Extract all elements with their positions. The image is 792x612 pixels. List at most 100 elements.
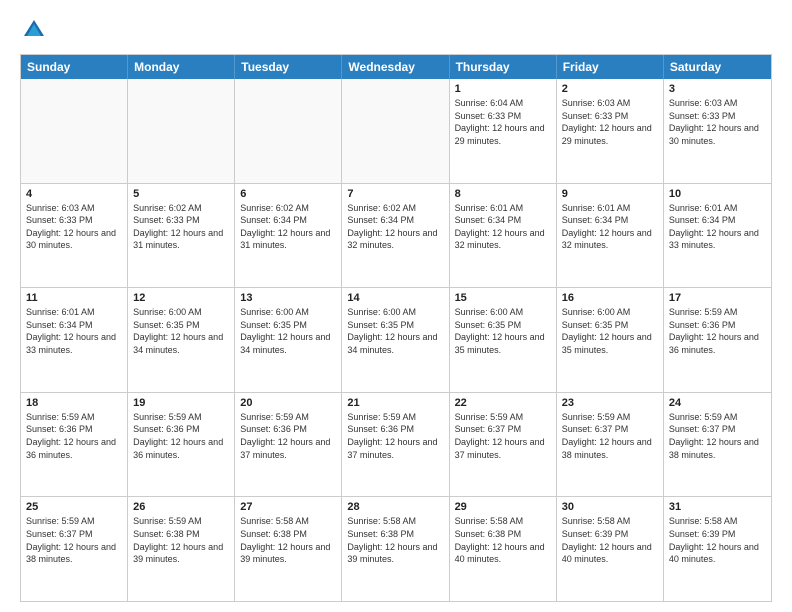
cell-info: Sunrise: 5:59 AMSunset: 6:36 PMDaylight:… bbox=[669, 306, 766, 356]
calendar-cell: 28 Sunrise: 5:58 AMSunset: 6:38 PMDayligh… bbox=[342, 497, 449, 601]
calendar: SundayMondayTuesdayWednesdayThursdayFrid… bbox=[20, 54, 772, 602]
day-number: 1 bbox=[455, 83, 551, 95]
cell-info: Sunrise: 6:00 AMSunset: 6:35 PMDaylight:… bbox=[347, 306, 443, 356]
day-number: 26 bbox=[133, 501, 229, 513]
day-number: 15 bbox=[455, 292, 551, 304]
day-number: 6 bbox=[240, 188, 336, 200]
day-number: 25 bbox=[26, 501, 122, 513]
calendar-cell bbox=[21, 79, 128, 183]
cell-info: Sunrise: 5:58 AMSunset: 6:39 PMDaylight:… bbox=[562, 515, 658, 565]
day-number: 30 bbox=[562, 501, 658, 513]
calendar-cell: 8Sunrise: 6:01 AMSunset: 6:34 PMDaylight… bbox=[450, 184, 557, 288]
calendar-cell: 18Sunrise: 5:59 AMSunset: 6:36 PMDayligh… bbox=[21, 393, 128, 497]
calendar-row: 11 Sunrise: 6:01 AMSunset: 6:34 PMDayligh… bbox=[21, 288, 771, 393]
header bbox=[20, 16, 772, 44]
day-number: 14 bbox=[347, 292, 443, 304]
calendar-cell: 12 Sunrise: 6:00 AMSunset: 6:35 PMDayligh… bbox=[128, 288, 235, 392]
cell-info: Sunrise: 6:00 AMSunset: 6:35 PMDaylight:… bbox=[455, 306, 551, 356]
calendar-cell: 25 Sunrise: 5:59 AMSunset: 6:37 PMDayligh… bbox=[21, 497, 128, 601]
day-number: 29 bbox=[455, 501, 551, 513]
calendar-cell: 3 Sunrise: 6:03 AMSunset: 6:33 PMDaylight… bbox=[664, 79, 771, 183]
weekday-header: Saturday bbox=[664, 55, 771, 79]
cell-info: Sunrise: 5:59 AMSunset: 6:36 PMDaylight:… bbox=[133, 411, 229, 461]
logo bbox=[20, 16, 52, 44]
cell-info: Sunrise: 6:00 AMSunset: 6:35 PMDaylight:… bbox=[240, 306, 336, 356]
calendar-cell: 15 Sunrise: 6:00 AMSunset: 6:35 PMDayligh… bbox=[450, 288, 557, 392]
day-number: 2 bbox=[562, 83, 658, 95]
day-number: 7 bbox=[347, 188, 443, 200]
cell-info: Sunrise: 6:01 AMSunset: 6:34 PMDaylight:… bbox=[26, 306, 122, 356]
calendar-cell: 10 Sunrise: 6:01 AMSunset: 6:34 PMDayligh… bbox=[664, 184, 771, 288]
day-number: 19 bbox=[133, 397, 229, 409]
day-number: 18 bbox=[26, 397, 122, 409]
cell-info: Sunrise: 6:02 AMSunset: 6:34 PMDaylight:… bbox=[240, 202, 336, 252]
day-number: 17 bbox=[669, 292, 766, 304]
calendar-cell: 29 Sunrise: 5:58 AMSunset: 6:38 PMDayligh… bbox=[450, 497, 557, 601]
calendar-cell: 17 Sunrise: 5:59 AMSunset: 6:36 PMDayligh… bbox=[664, 288, 771, 392]
calendar-cell: 6 Sunrise: 6:02 AMSunset: 6:34 PMDaylight… bbox=[235, 184, 342, 288]
calendar-cell: 4 Sunrise: 6:03 AMSunset: 6:33 PMDaylight… bbox=[21, 184, 128, 288]
calendar-row: 18 Sunrise: 5:59 AMSunset: 6:36 PMDayligh… bbox=[21, 393, 771, 498]
calendar-cell bbox=[235, 79, 342, 183]
cell-info: Sunrise: 5:59 AMSunset: 6:37 PMDaylight:… bbox=[669, 411, 766, 461]
calendar-cell bbox=[128, 79, 235, 183]
cell-info: Sunrise: 6:01 AMSunset: 6:34 PMDaylight:… bbox=[669, 202, 766, 252]
day-number: 12 bbox=[133, 292, 229, 304]
calendar-cell: 14 Sunrise: 6:00 AMSunset: 6:35 PMDayligh… bbox=[342, 288, 449, 392]
weekday-header: Monday bbox=[128, 55, 235, 79]
calendar-header: SundayMondayTuesdayWednesdayThursdayFrid… bbox=[21, 55, 771, 79]
cell-info: Sunrise: 5:59 AMSunset: 6:38 PMDaylight:… bbox=[133, 515, 229, 565]
day-number: 11 bbox=[26, 292, 122, 304]
day-number: 27 bbox=[240, 501, 336, 513]
logo-icon bbox=[20, 16, 48, 44]
calendar-cell: 9Sunrise: 6:01 AMSunset: 6:34 PMDaylight… bbox=[557, 184, 664, 288]
calendar-cell: 30 Sunrise: 5:58 AMSunset: 6:39 PMDayligh… bbox=[557, 497, 664, 601]
calendar-row: 1 Sunrise: 6:04 AMSunset: 6:33 PMDaylight… bbox=[21, 79, 771, 184]
calendar-row: 25 Sunrise: 5:59 AMSunset: 6:37 PMDayligh… bbox=[21, 497, 771, 601]
day-number: 28 bbox=[347, 501, 443, 513]
calendar-cell: 13Sunrise: 6:00 AMSunset: 6:35 PMDayligh… bbox=[235, 288, 342, 392]
day-number: 21 bbox=[347, 397, 443, 409]
calendar-cell: 7 Sunrise: 6:02 AMSunset: 6:34 PMDaylight… bbox=[342, 184, 449, 288]
calendar-cell: 2 Sunrise: 6:03 AMSunset: 6:33 PMDaylight… bbox=[557, 79, 664, 183]
weekday-header: Tuesday bbox=[235, 55, 342, 79]
calendar-cell: 5 Sunrise: 6:02 AMSunset: 6:33 PMDaylight… bbox=[128, 184, 235, 288]
weekday-header: Wednesday bbox=[342, 55, 449, 79]
day-number: 5 bbox=[133, 188, 229, 200]
weekday-header: Thursday bbox=[450, 55, 557, 79]
calendar-row: 4 Sunrise: 6:03 AMSunset: 6:33 PMDaylight… bbox=[21, 184, 771, 289]
day-number: 20 bbox=[240, 397, 336, 409]
day-number: 4 bbox=[26, 188, 122, 200]
calendar-cell: 22Sunrise: 5:59 AMSunset: 6:37 PMDayligh… bbox=[450, 393, 557, 497]
calendar-cell: 19 Sunrise: 5:59 AMSunset: 6:36 PMDayligh… bbox=[128, 393, 235, 497]
cell-info: Sunrise: 6:03 AMSunset: 6:33 PMDaylight:… bbox=[26, 202, 122, 252]
day-number: 10 bbox=[669, 188, 766, 200]
calendar-cell: 31 Sunrise: 5:58 AMSunset: 6:39 PMDayligh… bbox=[664, 497, 771, 601]
calendar-cell: 16 Sunrise: 6:00 AMSunset: 6:35 PMDayligh… bbox=[557, 288, 664, 392]
calendar-cell: 11 Sunrise: 6:01 AMSunset: 6:34 PMDayligh… bbox=[21, 288, 128, 392]
cell-info: Sunrise: 6:03 AMSunset: 6:33 PMDaylight:… bbox=[562, 97, 658, 147]
calendar-body: 1 Sunrise: 6:04 AMSunset: 6:33 PMDaylight… bbox=[21, 79, 771, 601]
cell-info: Sunrise: 5:59 AMSunset: 6:37 PMDaylight:… bbox=[26, 515, 122, 565]
cell-info: Sunrise: 5:59 AMSunset: 6:37 PMDaylight:… bbox=[562, 411, 658, 461]
cell-info: Sunrise: 6:02 AMSunset: 6:33 PMDaylight:… bbox=[133, 202, 229, 252]
cell-info: Sunrise: 5:58 AMSunset: 6:38 PMDaylight:… bbox=[455, 515, 551, 565]
cell-info: Sunrise: 6:03 AMSunset: 6:33 PMDaylight:… bbox=[669, 97, 766, 147]
cell-info: Sunrise: 6:00 AMSunset: 6:35 PMDaylight:… bbox=[562, 306, 658, 356]
day-number: 23 bbox=[562, 397, 658, 409]
cell-info: Sunrise: 5:58 AMSunset: 6:38 PMDaylight:… bbox=[347, 515, 443, 565]
day-number: 8 bbox=[455, 188, 551, 200]
calendar-cell: 26 Sunrise: 5:59 AMSunset: 6:38 PMDayligh… bbox=[128, 497, 235, 601]
cell-info: Sunrise: 6:00 AMSunset: 6:35 PMDaylight:… bbox=[133, 306, 229, 356]
cell-info: Sunrise: 5:58 AMSunset: 6:39 PMDaylight:… bbox=[669, 515, 766, 565]
cell-info: Sunrise: 6:02 AMSunset: 6:34 PMDaylight:… bbox=[347, 202, 443, 252]
day-number: 31 bbox=[669, 501, 766, 513]
day-number: 22 bbox=[455, 397, 551, 409]
calendar-cell: 27Sunrise: 5:58 AMSunset: 6:38 PMDayligh… bbox=[235, 497, 342, 601]
day-number: 16 bbox=[562, 292, 658, 304]
calendar-cell: 20Sunrise: 5:59 AMSunset: 6:36 PMDayligh… bbox=[235, 393, 342, 497]
day-number: 24 bbox=[669, 397, 766, 409]
day-number: 9 bbox=[562, 188, 658, 200]
day-number: 3 bbox=[669, 83, 766, 95]
cell-info: Sunrise: 6:04 AMSunset: 6:33 PMDaylight:… bbox=[455, 97, 551, 147]
